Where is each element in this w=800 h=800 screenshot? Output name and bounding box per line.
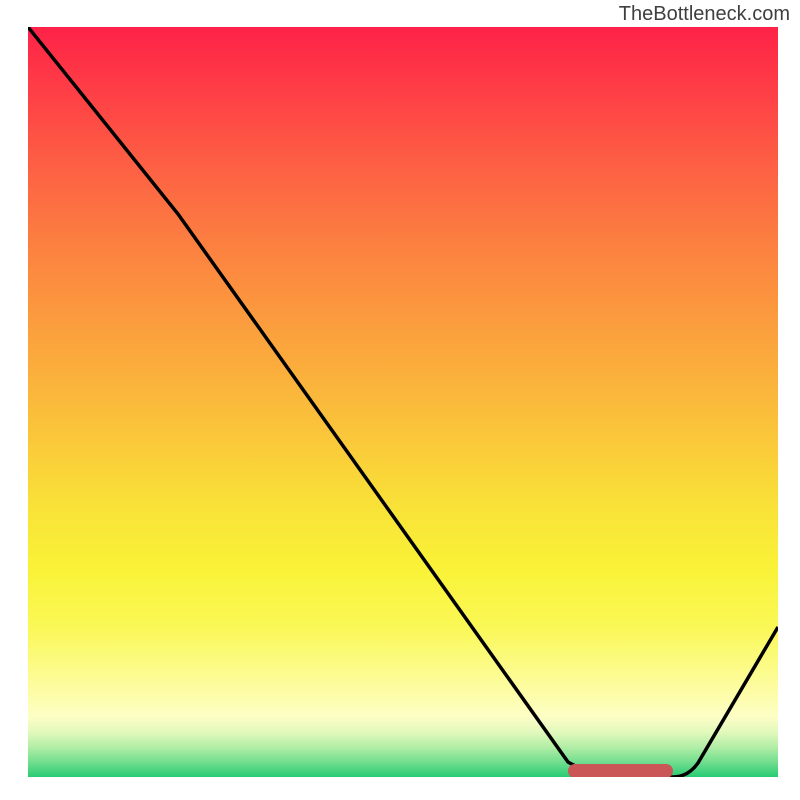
chart-container: TheBottleneck.com xyxy=(0,0,800,800)
curve-svg xyxy=(28,27,778,777)
plot-area xyxy=(28,27,778,777)
y-axis-gutter xyxy=(0,27,28,800)
x-axis-gutter xyxy=(28,777,778,800)
attribution-text: TheBottleneck.com xyxy=(0,0,800,27)
optimal-range-marker xyxy=(568,764,673,778)
bottleneck-curve-path xyxy=(28,27,778,777)
